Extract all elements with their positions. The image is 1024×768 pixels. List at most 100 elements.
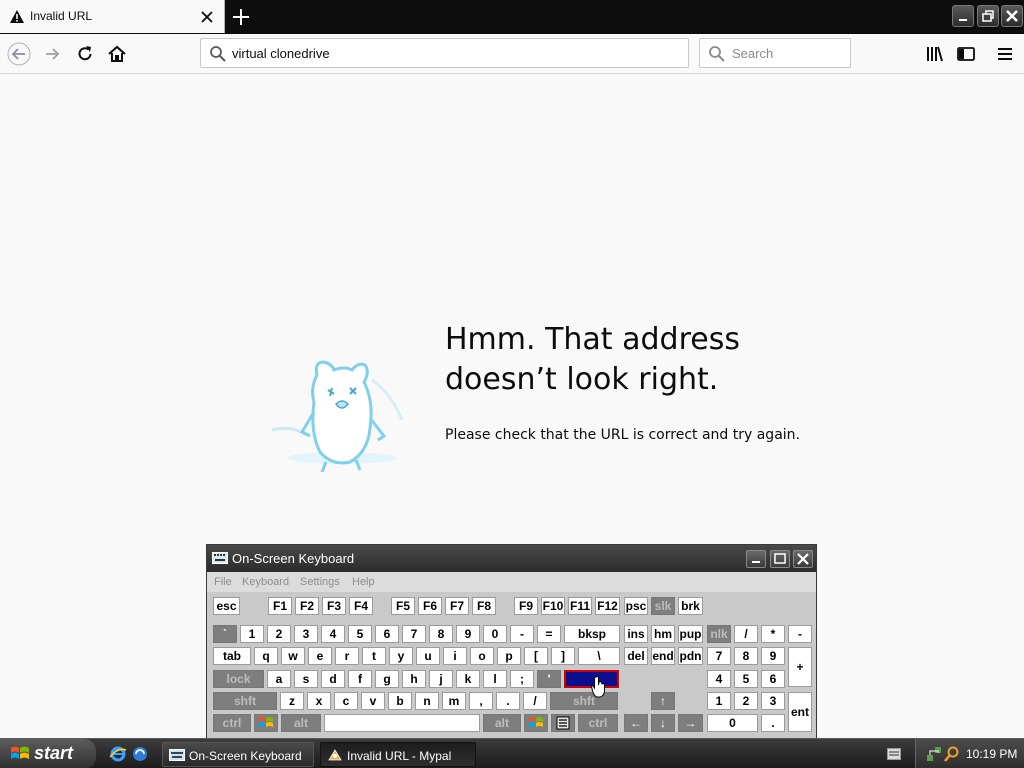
close-tab-icon[interactable] bbox=[198, 8, 216, 26]
osk-menu-help[interactable]: Help bbox=[352, 576, 375, 588]
key-slash[interactable]: / bbox=[523, 692, 547, 710]
taskbar-item-mypal-browser[interactable]: Invalid URL - Mypal bbox=[320, 742, 476, 767]
osk-close-button[interactable] bbox=[793, 550, 813, 568]
key-numpad-4[interactable]: 4 bbox=[707, 670, 731, 688]
key-left-alt[interactable]: alt bbox=[281, 714, 321, 732]
key-f9[interactable]: F9 bbox=[514, 597, 538, 615]
key-arrow-left[interactable]: ← bbox=[624, 714, 648, 732]
key-numpad-3[interactable]: 3 bbox=[761, 692, 785, 710]
key-m[interactable]: m bbox=[442, 692, 466, 710]
key-comma[interactable]: , bbox=[469, 692, 493, 710]
key-f12[interactable]: F12 bbox=[595, 597, 620, 615]
back-button[interactable] bbox=[6, 41, 32, 67]
key-2[interactable]: 2 bbox=[267, 625, 291, 643]
key-8[interactable]: 8 bbox=[429, 625, 453, 643]
key-arrow-up[interactable]: ↑ bbox=[651, 692, 675, 710]
key-space[interactable] bbox=[324, 714, 480, 732]
url-input[interactable] bbox=[232, 44, 672, 62]
search-input[interactable] bbox=[732, 44, 842, 62]
key-numpad-9[interactable]: 9 bbox=[761, 647, 785, 665]
key-quote[interactable]: ' bbox=[537, 670, 561, 688]
key-d[interactable]: d bbox=[321, 670, 345, 688]
url-bar[interactable] bbox=[200, 38, 689, 68]
key-numpad-1[interactable]: 1 bbox=[707, 692, 731, 710]
key-numpad-period[interactable]: . bbox=[761, 714, 785, 732]
search-bar[interactable] bbox=[699, 38, 851, 68]
window-minimize-button[interactable] bbox=[952, 5, 974, 27]
key-backspace[interactable]: bksp bbox=[564, 625, 620, 643]
key-left-ctrl[interactable]: ctrl bbox=[213, 714, 251, 732]
key-right-bracket[interactable]: ] bbox=[551, 647, 575, 665]
key-c[interactable]: c bbox=[334, 692, 358, 710]
key-psc[interactable]: psc bbox=[624, 597, 648, 615]
key-left-win[interactable] bbox=[254, 714, 278, 732]
key-u[interactable]: u bbox=[416, 647, 440, 665]
key-caps-lock[interactable]: lock bbox=[213, 670, 264, 688]
window-close-button[interactable] bbox=[1001, 5, 1023, 27]
key-k[interactable]: k bbox=[456, 670, 480, 688]
key-0[interactable]: 0 bbox=[483, 625, 507, 643]
key-esc[interactable]: esc bbox=[213, 597, 240, 615]
key-y[interactable]: y bbox=[389, 647, 413, 665]
key-backslash[interactable]: \ bbox=[578, 647, 620, 665]
key-z[interactable]: z bbox=[280, 692, 304, 710]
key-o[interactable]: o bbox=[470, 647, 494, 665]
key-f11[interactable]: F11 bbox=[568, 597, 592, 615]
key-arrow-down[interactable]: ↓ bbox=[651, 714, 675, 732]
key-numpad-slash[interactable]: / bbox=[734, 625, 758, 643]
key-f5[interactable]: F5 bbox=[391, 597, 415, 615]
key-numpad-5[interactable]: 5 bbox=[734, 670, 758, 688]
osk-maximize-button[interactable] bbox=[770, 550, 790, 568]
key-right-ctrl[interactable]: ctrl bbox=[578, 714, 618, 732]
key-right-alt[interactable]: alt bbox=[483, 714, 521, 732]
osk-menu-keyboard[interactable]: Keyboard bbox=[242, 576, 289, 588]
key-j[interactable]: j bbox=[429, 670, 453, 688]
key-f1[interactable]: F1 bbox=[268, 597, 292, 615]
key-s[interactable]: s bbox=[294, 670, 318, 688]
key-tab[interactable]: tab bbox=[213, 647, 251, 665]
key-semicolon[interactable]: ; bbox=[510, 670, 534, 688]
key-h[interactable]: h bbox=[402, 670, 426, 688]
key-f3[interactable]: F3 bbox=[322, 597, 346, 615]
key-f8[interactable]: F8 bbox=[472, 597, 496, 615]
key-w[interactable]: w bbox=[281, 647, 305, 665]
key-right-shift[interactable]: shft bbox=[550, 692, 618, 710]
key-numpad-6[interactable]: 6 bbox=[761, 670, 785, 688]
key-t[interactable]: t bbox=[362, 647, 386, 665]
osk-title-bar[interactable]: On-Screen Keyboard bbox=[207, 545, 816, 572]
library-button[interactable] bbox=[922, 41, 948, 67]
home-button[interactable] bbox=[104, 41, 130, 67]
key-f[interactable]: f bbox=[348, 670, 372, 688]
key-p[interactable]: p bbox=[497, 647, 521, 665]
network-icon[interactable] bbox=[926, 746, 942, 762]
key-g[interactable]: g bbox=[375, 670, 399, 688]
key-period[interactable]: . bbox=[496, 692, 520, 710]
osk-menu-settings[interactable]: Settings bbox=[300, 576, 340, 588]
key-l[interactable]: l bbox=[483, 670, 507, 688]
key-5[interactable]: 5 bbox=[348, 625, 372, 643]
key-e[interactable]: e bbox=[308, 647, 332, 665]
key-del[interactable]: del bbox=[624, 647, 648, 665]
key-n[interactable]: n bbox=[415, 692, 439, 710]
key-left-bracket[interactable]: [ bbox=[524, 647, 548, 665]
key-brk[interactable]: brk bbox=[678, 597, 703, 615]
key-slk[interactable]: slk bbox=[651, 597, 675, 615]
show-desktop-icon[interactable] bbox=[131, 745, 149, 763]
internet-explorer-icon[interactable] bbox=[109, 745, 127, 763]
key-numpad-star[interactable]: * bbox=[761, 625, 785, 643]
key-v[interactable]: v bbox=[361, 692, 385, 710]
osk-minimize-button[interactable] bbox=[746, 550, 766, 568]
key-4[interactable]: 4 bbox=[321, 625, 345, 643]
key-backtick[interactable]: ` bbox=[213, 625, 237, 643]
key-1[interactable]: 1 bbox=[240, 625, 264, 643]
key-ins[interactable]: ins bbox=[624, 625, 648, 643]
menu-button[interactable] bbox=[992, 41, 1018, 67]
key-x[interactable]: x bbox=[307, 692, 331, 710]
key-b[interactable]: b bbox=[388, 692, 412, 710]
osk-menu-file[interactable]: File bbox=[214, 576, 232, 588]
key-right-win[interactable] bbox=[524, 714, 548, 732]
key-equals[interactable]: = bbox=[537, 625, 561, 643]
key-numpad-plus[interactable]: + bbox=[788, 647, 812, 687]
key-f10[interactable]: F10 bbox=[541, 597, 565, 615]
start-button[interactable]: start bbox=[0, 739, 96, 768]
